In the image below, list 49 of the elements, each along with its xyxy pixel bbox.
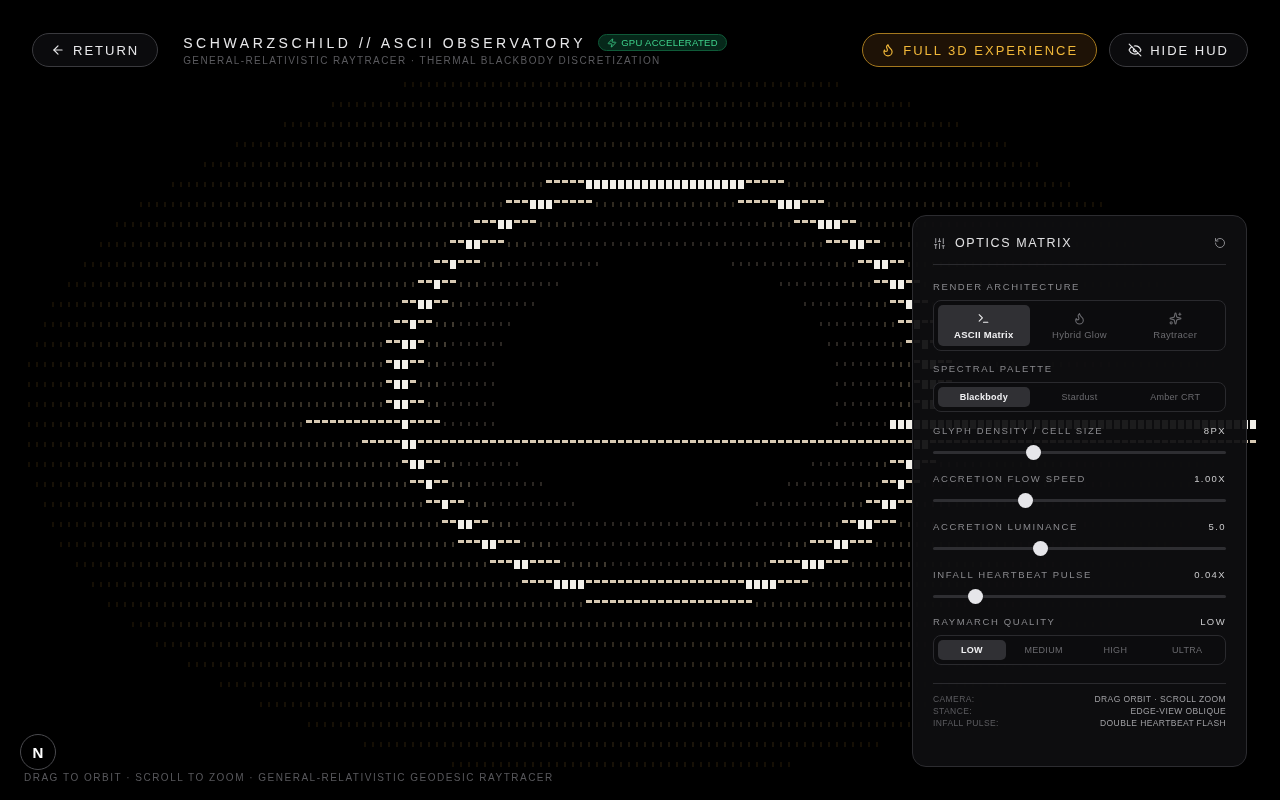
lightning-icon (607, 37, 618, 48)
palette-option[interactable]: Stardust (1033, 387, 1126, 407)
reset-button[interactable] (1214, 237, 1226, 249)
slider-thumb[interactable] (1026, 445, 1041, 460)
render-mode-option[interactable]: Raytracer (1129, 305, 1221, 346)
info-label: STANCE: (933, 706, 972, 716)
flame-icon (881, 43, 896, 57)
slider-reading: 1.00X (1194, 473, 1226, 484)
quality-option[interactable]: ULTRA (1153, 640, 1221, 660)
slider-label: ACCRETION FLOW SPEED (933, 473, 1086, 484)
info-value: EDGE-VIEW OBLIQUE (1130, 706, 1226, 716)
slider-thumb[interactable] (1033, 541, 1048, 556)
palette-option[interactable]: Amber CRT (1129, 387, 1221, 407)
quality-option[interactable]: MEDIUM (1009, 640, 1078, 660)
slider-thumb[interactable] (1018, 493, 1034, 508)
slider-reading: 5.0 (1208, 521, 1226, 532)
render-mode-option[interactable]: ASCII Matrix (938, 305, 1030, 346)
quality-reading: LOW (1200, 616, 1226, 627)
page-title: SCHWARZSCHILD // ASCII OBSERVATORY (183, 34, 587, 51)
sparkles-icon (1168, 311, 1182, 325)
section-label: SPECTRAL PALETTE (933, 363, 1054, 374)
info-label: CAMERA: (933, 694, 975, 704)
full-3d-button[interactable]: FULL 3D EXPERIENCE (862, 33, 1098, 67)
slider-reading: 8PX (1203, 425, 1226, 436)
gpu-badge: GPU ACCELERATED (598, 34, 727, 51)
return-button[interactable]: RETURN (32, 33, 159, 67)
sliders-icon (933, 236, 946, 250)
palette-option[interactable]: Blackbody (938, 387, 1030, 407)
page-subtitle: GENERAL-RELATIVISTIC RAYTRACER · THERMAL BLACKBODY DISCRETIZATION (183, 55, 662, 66)
slider-reading: 0.04X (1194, 569, 1226, 580)
section-label: RAYMARCH QUALITY (933, 616, 1056, 627)
slider-label: INFALL HEARTBEAT PULSE (933, 569, 1092, 580)
info-value: DRAG ORBIT · SCROLL ZOOM (1094, 694, 1226, 704)
quality-option[interactable]: LOW (938, 640, 1006, 660)
panel-title: OPTICS MATRIX (955, 236, 1074, 250)
render-mode-option[interactable]: Hybrid Glow (1033, 305, 1126, 346)
slider-label: ACCRETION LUMINANCE (933, 521, 1078, 532)
slider-thumb[interactable] (968, 589, 984, 604)
info-value: DOUBLE HEARTBEAT FLASH (1100, 718, 1226, 728)
controls-hint: DRAG TO ORBIT · SCROLL TO ZOOM · GENERAL-RELATIVISTIC GEODESIC RAYTRACER (24, 772, 554, 783)
hide-hud-button[interactable]: HIDE HUD (1109, 33, 1248, 67)
flame-icon (1073, 311, 1086, 325)
terminal-icon (977, 311, 991, 325)
quality-option[interactable]: HIGH (1081, 640, 1150, 660)
section-label: RENDER ARCHITECTURE (933, 281, 1082, 292)
info-label: INFALL PULSE: (933, 718, 999, 728)
eye-off-icon (1128, 43, 1143, 57)
logo-button[interactable]: N (20, 734, 56, 770)
slider-label: GLYPH DENSITY / CELL SIZE (933, 425, 1104, 436)
